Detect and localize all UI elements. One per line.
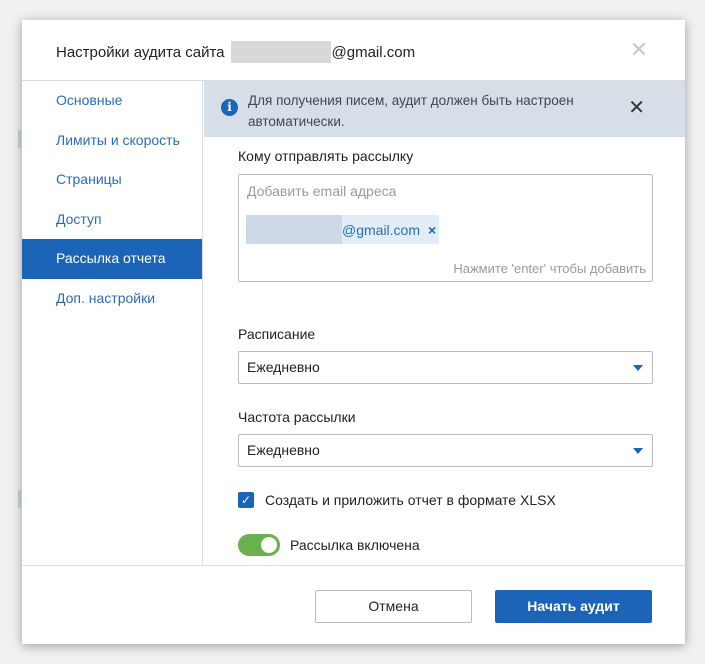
settings-sidebar: Основные Лимиты и скорость Страницы Дост… [22, 81, 203, 565]
email-chip: @gmail.com × [246, 215, 439, 244]
info-banner: i Для получения писем, аудит должен быть… [204, 81, 685, 137]
chevron-down-icon [633, 365, 643, 371]
sidebar-item-pages[interactable]: Страницы [22, 160, 202, 200]
dialog-title: Настройки аудита сайта @gmail.com [56, 41, 415, 63]
settings-content: i Для получения писем, аудит должен быть… [204, 81, 685, 565]
mailing-toggle[interactable] [238, 534, 280, 556]
remove-email-icon[interactable]: × [428, 222, 436, 238]
dialog-footer: Отмена Начать аудит [22, 565, 685, 644]
sidebar-item-basic[interactable]: Основные [22, 81, 202, 121]
toggle-knob [261, 537, 277, 553]
frequency-label: Частота рассылки [238, 409, 356, 425]
xlsx-option: ✓ Создать и приложить отчет в формате XL… [238, 492, 556, 508]
dialog-header: Настройки аудита сайта @gmail.com ✕ [22, 20, 685, 81]
info-icon: i [221, 99, 238, 116]
frequency-value: Ежедневно [247, 442, 320, 458]
schedule-value: Ежедневно [247, 359, 320, 375]
sidebar-item-extra-settings[interactable]: Доп. настройки [22, 279, 202, 319]
xlsx-checkbox[interactable]: ✓ [238, 492, 254, 508]
schedule-label: Расписание [238, 326, 316, 342]
mailing-toggle-label: Рассылка включена [290, 537, 420, 553]
email-chip-text: @gmail.com [342, 221, 421, 238]
backdrop-decoration [18, 490, 21, 508]
backdrop-decoration [18, 130, 21, 148]
cancel-button[interactable]: Отмена [315, 590, 472, 623]
recipients-label: Кому отправлять рассылку [238, 148, 414, 164]
info-text: Для получения писем, аудит должен быть н… [248, 93, 574, 129]
sidebar-item-access[interactable]: Доступ [22, 200, 202, 240]
redacted-email [230, 41, 331, 63]
frequency-select[interactable]: Ежедневно [238, 434, 653, 467]
close-icon[interactable]: ✕ [628, 39, 650, 61]
close-icon[interactable]: ✕ [628, 98, 645, 118]
dialog-title-suffix: @gmail.com [331, 43, 416, 61]
dialog-title-prefix: Настройки аудита сайта [56, 43, 225, 61]
redacted-email [246, 215, 342, 244]
recipients-placeholder: Добавить email адреса [247, 183, 397, 199]
sidebar-item-report-mailing[interactable]: Рассылка отчета [22, 239, 202, 279]
audit-settings-dialog: Настройки аудита сайта @gmail.com ✕ Осно… [22, 20, 685, 644]
recipients-field[interactable]: Добавить email адреса @gmail.com × Нажми… [238, 174, 653, 282]
recipients-hint: Нажмите 'enter' чтобы добавить [453, 261, 646, 276]
sidebar-item-limits[interactable]: Лимиты и скорость [22, 121, 202, 161]
start-audit-button[interactable]: Начать аудит [495, 590, 652, 623]
mailing-toggle-row: Рассылка включена [238, 534, 420, 556]
chevron-down-icon [633, 448, 643, 454]
schedule-select[interactable]: Ежедневно [238, 351, 653, 384]
xlsx-checkbox-label: Создать и приложить отчет в формате XLSX [265, 492, 556, 508]
